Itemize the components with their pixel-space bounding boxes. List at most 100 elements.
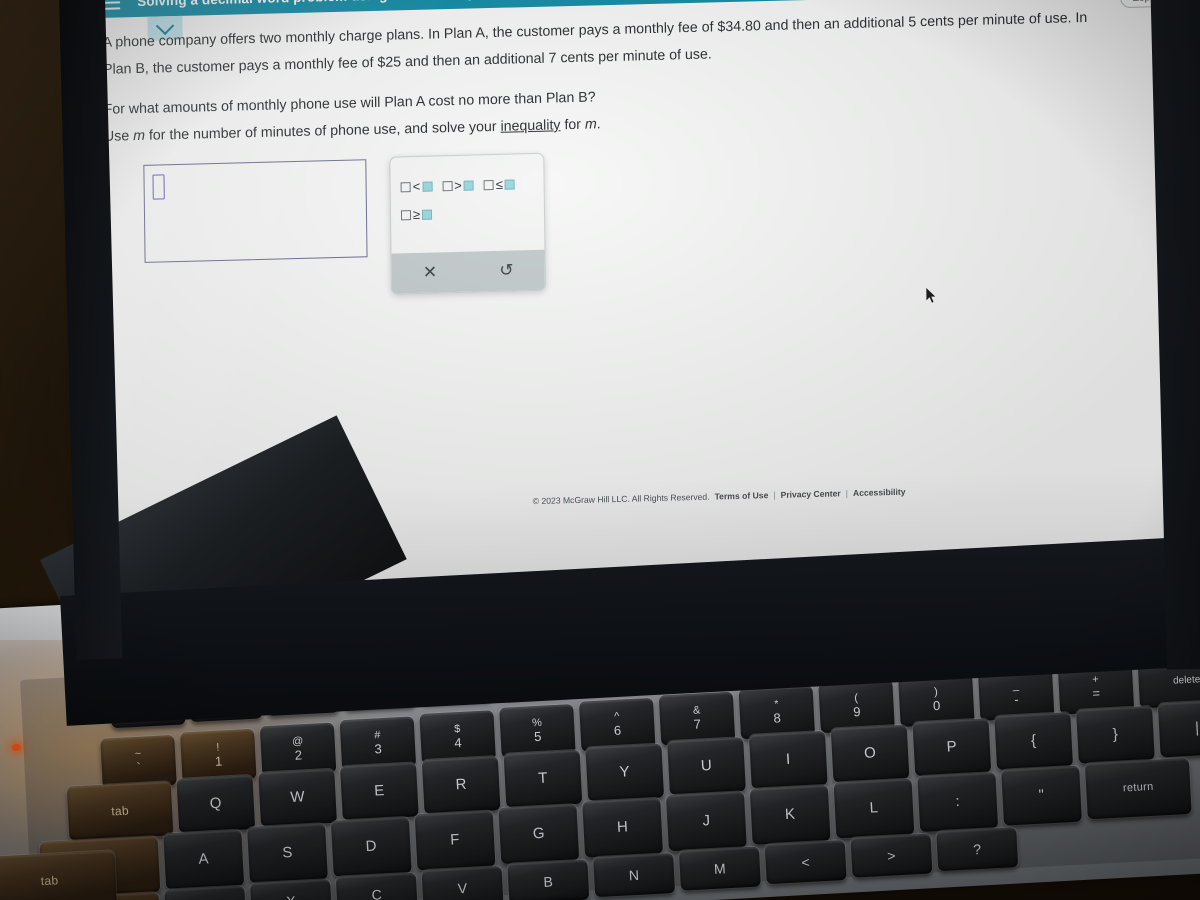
key-glyph: >: [886, 847, 897, 864]
key-shift-glyph: +: [1091, 673, 1100, 686]
key-glyph: tab: [110, 803, 130, 819]
key-u[interactable]: U: [667, 737, 746, 796]
key-shift-glyph: @: [291, 735, 304, 748]
key-glyph: M: [713, 859, 727, 877]
key-glyph: 4: [453, 735, 462, 751]
key-shift-glyph: %: [531, 716, 543, 730]
separator: |: [773, 489, 776, 501]
key-[interactable]: ?: [936, 827, 1019, 872]
key-glyph: T: [537, 769, 549, 788]
key-glyph: 3: [374, 741, 383, 757]
key-a[interactable]: A: [163, 829, 245, 890]
key-glyph: W: [289, 788, 306, 807]
palette-buttons: < > ≤ ≥: [390, 154, 544, 254]
insert-greater-than-button[interactable]: >: [442, 178, 474, 194]
key-q[interactable]: Q: [176, 774, 256, 833]
insert-less-than-button[interactable]: <: [400, 179, 433, 195]
terms-of-use-link[interactable]: Terms of Use: [714, 490, 768, 501]
key-f[interactable]: F: [414, 810, 496, 871]
key-y[interactable]: Y: [585, 743, 665, 802]
key-glyph: G: [532, 824, 546, 843]
key-glyph: 1: [214, 753, 223, 770]
key-glyph: `: [136, 760, 142, 776]
accessibility-link[interactable]: Accessibility: [853, 487, 906, 498]
variable-m: m: [133, 127, 146, 145]
key-glyph: F: [449, 831, 461, 849]
instruction-end: .: [596, 116, 601, 133]
key-g[interactable]: G: [498, 804, 580, 865]
key-glyph: <: [801, 853, 811, 870]
key-p[interactable]: P: [912, 718, 992, 777]
key-glyph: delete: [1172, 674, 1200, 687]
key-v[interactable]: V: [421, 866, 504, 900]
inequality-link[interactable]: inequality: [500, 117, 560, 135]
key-glyph: N: [628, 866, 640, 884]
key-[interactable]: {: [994, 712, 1074, 770]
key-w[interactable]: W: [258, 768, 337, 827]
key-glyph: 9: [852, 704, 861, 720]
key-i[interactable]: I: [748, 730, 828, 789]
insert-greater-equal-button[interactable]: ≥: [400, 206, 433, 223]
operand-box-right: [463, 180, 474, 191]
key-r[interactable]: R: [421, 756, 501, 814]
key-glyph: 5: [533, 729, 542, 745]
instruction-post: for: [560, 116, 586, 134]
key-shift-glyph: !: [216, 741, 220, 754]
key-shift-glyph: _: [1012, 679, 1020, 692]
key-o[interactable]: O: [830, 724, 910, 783]
key-c[interactable]: C: [335, 872, 418, 900]
key-glyph: B: [543, 873, 554, 890]
key-glyph: |: [1194, 719, 1200, 737]
key-glyph: A: [198, 850, 210, 868]
key-glyph: ": [1038, 786, 1045, 804]
page-title: Solving a decimal word problem using a l…: [137, 0, 567, 9]
key-glyph: Q: [209, 794, 223, 813]
clear-button[interactable]: ✕: [408, 262, 452, 283]
key-m[interactable]: M: [678, 846, 761, 891]
key-glyph: I: [785, 750, 791, 769]
key-[interactable]: :: [917, 772, 999, 833]
key-glyph: }: [1112, 725, 1119, 743]
key-tab[interactable]: tab: [66, 781, 174, 841]
operand-box-left: [400, 181, 411, 192]
key-j[interactable]: J: [665, 791, 747, 852]
key-glyph: tab: [40, 872, 59, 888]
key-tab[interactable]: tab: [0, 850, 117, 900]
key-h[interactable]: H: [582, 797, 664, 858]
key-[interactable]: >: [850, 833, 933, 878]
key-glyph: C: [371, 885, 383, 900]
key-glyph: D: [365, 837, 378, 856]
key-[interactable]: }: [1076, 705, 1155, 764]
greater-equal-operator: ≥: [412, 206, 421, 223]
undo-button[interactable]: ↺: [484, 260, 528, 281]
key-glyph: :: [955, 793, 961, 811]
key-glyph: ?: [972, 840, 982, 857]
key-shift-glyph: *: [773, 698, 779, 711]
key-n[interactable]: N: [593, 853, 676, 898]
key-[interactable]: <: [764, 840, 847, 885]
key-s[interactable]: S: [247, 823, 328, 884]
key-[interactable]: |: [1157, 699, 1200, 758]
key-glyph: K: [784, 805, 796, 824]
key-glyph: -: [1013, 692, 1020, 708]
insert-less-equal-button[interactable]: ≤: [483, 176, 515, 192]
privacy-center-link[interactable]: Privacy Center: [780, 488, 840, 500]
key-e[interactable]: E: [340, 762, 419, 821]
operand-box-left: [442, 180, 453, 191]
key-l[interactable]: L: [833, 778, 915, 839]
operand-box-left: [483, 179, 494, 190]
answer-input-field[interactable]: [143, 159, 368, 263]
key-x[interactable]: X: [250, 879, 333, 900]
key-t[interactable]: T: [503, 749, 583, 808]
math-symbol-palette[interactable]: < > ≤ ≥ ✕ ↺: [389, 152, 546, 295]
problem-statement: A phone company offers two monthly charg…: [103, 7, 1104, 153]
key-shift-glyph: #: [374, 729, 381, 742]
key-b[interactable]: B: [507, 859, 590, 900]
key-[interactable]: ": [1001, 765, 1082, 826]
key-k[interactable]: K: [749, 784, 831, 845]
key-shift-glyph: ~: [134, 747, 142, 760]
variable-m-2: m: [584, 116, 597, 133]
key-d[interactable]: D: [330, 816, 412, 877]
key-glyph: R: [455, 775, 468, 794]
key-return[interactable]: return: [1084, 757, 1192, 820]
